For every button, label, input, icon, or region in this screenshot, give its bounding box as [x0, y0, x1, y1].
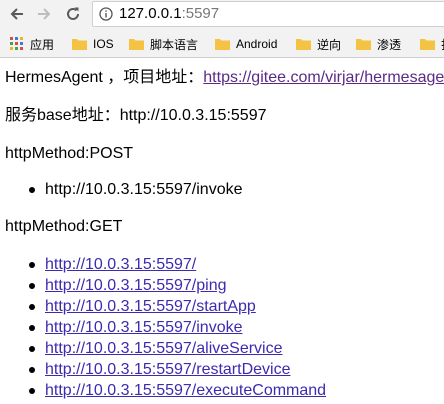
folder-icon	[420, 39, 435, 50]
folder-icon	[356, 39, 371, 50]
intro-line: HermesAgent ，项目地址：https://gitee.com/virj…	[5, 68, 444, 88]
apps-grid-icon	[10, 37, 23, 50]
bookmark-folder-ios[interactable]: IOS	[72, 34, 114, 54]
list-item: http://10.0.3.15:5597/invoke	[5, 317, 326, 338]
bookmark-folder-android[interactable]: Android	[215, 34, 277, 54]
folder-icon	[72, 39, 87, 50]
bookmark-label: Android	[236, 37, 278, 51]
info-icon[interactable]	[99, 7, 113, 21]
list-item: http://10.0.3.15:5597/startApp	[5, 296, 326, 317]
address-bar[interactable]: 127.0.0.1:5597	[92, 1, 444, 27]
reload-icon	[67, 7, 79, 20]
bookmarks-bar: 应用 IOS 脚本语言 Android 逆向 渗透 打	[0, 30, 444, 58]
post-heading: httpMethod:POST	[5, 145, 134, 162]
get-heading: httpMethod:GET	[5, 218, 123, 235]
bookmark-folder-pentest[interactable]: 渗透	[356, 34, 401, 54]
bookmark-folder-script[interactable]: 脚本语言	[129, 34, 198, 54]
list-item: http://10.0.3.15:5597/restartDevice	[5, 359, 326, 380]
endpoint-link-restartdevice[interactable]: http://10.0.3.15:5597/restartDevice	[45, 361, 290, 378]
post-list: http://10.0.3.15:5597/invoke	[5, 179, 242, 200]
bookmark-apps[interactable]: 应用	[10, 34, 54, 54]
endpoint-link-root[interactable]: http://10.0.3.15:5597/	[45, 256, 196, 273]
endpoint-link-ping[interactable]: http://10.0.3.15:5597/ping	[45, 277, 226, 294]
bookmark-folder-reverse[interactable]: 逆向	[296, 34, 341, 54]
url-host: 127.0.0.1	[119, 5, 182, 22]
url-port: :5597	[181, 5, 220, 22]
arrow-left-icon	[10, 8, 23, 20]
list-item: http://10.0.3.15:5597/invoke	[5, 179, 242, 200]
list-item: http://10.0.3.15:5597/	[5, 254, 326, 275]
forward-button[interactable]	[33, 3, 55, 25]
endpoint-link-aliveservice[interactable]: http://10.0.3.15:5597/aliveService	[45, 340, 283, 357]
bookmark-label: 应用	[30, 37, 55, 52]
bookmark-label: IOS	[93, 37, 114, 51]
bookmark-label: 逆向	[317, 37, 342, 52]
browser-toolbar: 127.0.0.1:5597	[0, 0, 444, 30]
folder-icon	[296, 39, 311, 50]
list-item: http://10.0.3.15:5597/executeCommand	[5, 380, 326, 401]
folder-icon	[215, 39, 230, 50]
bookmark-folder-more[interactable]: 打	[420, 34, 444, 54]
arrow-right-icon	[38, 8, 51, 20]
folder-icon	[129, 39, 144, 50]
intro-prefix: HermesAgent ，项目地址：	[5, 69, 204, 86]
bookmark-label: 脚本语言	[150, 37, 199, 52]
reload-button[interactable]	[62, 3, 84, 25]
endpoint-link-executecommand[interactable]: http://10.0.3.15:5597/executeCommand	[45, 382, 326, 399]
url-text[interactable]: 127.0.0.1:5597	[119, 5, 219, 23]
bookmark-label: 渗透	[377, 37, 402, 52]
get-list: http://10.0.3.15:5597/ http://10.0.3.15:…	[5, 254, 326, 401]
endpoint-link-startapp[interactable]: http://10.0.3.15:5597/startApp	[45, 298, 256, 315]
endpoint-link-invoke[interactable]: http://10.0.3.15:5597/invoke	[45, 319, 242, 336]
service-base: 服务base地址：http://10.0.3.15:5597	[5, 107, 267, 124]
back-button[interactable]	[6, 3, 28, 25]
project-link[interactable]: https://gitee.com/virjar/hermesagent	[203, 69, 444, 86]
list-item: http://10.0.3.15:5597/ping	[5, 275, 326, 296]
list-item: http://10.0.3.15:5597/aliveService	[5, 338, 326, 359]
